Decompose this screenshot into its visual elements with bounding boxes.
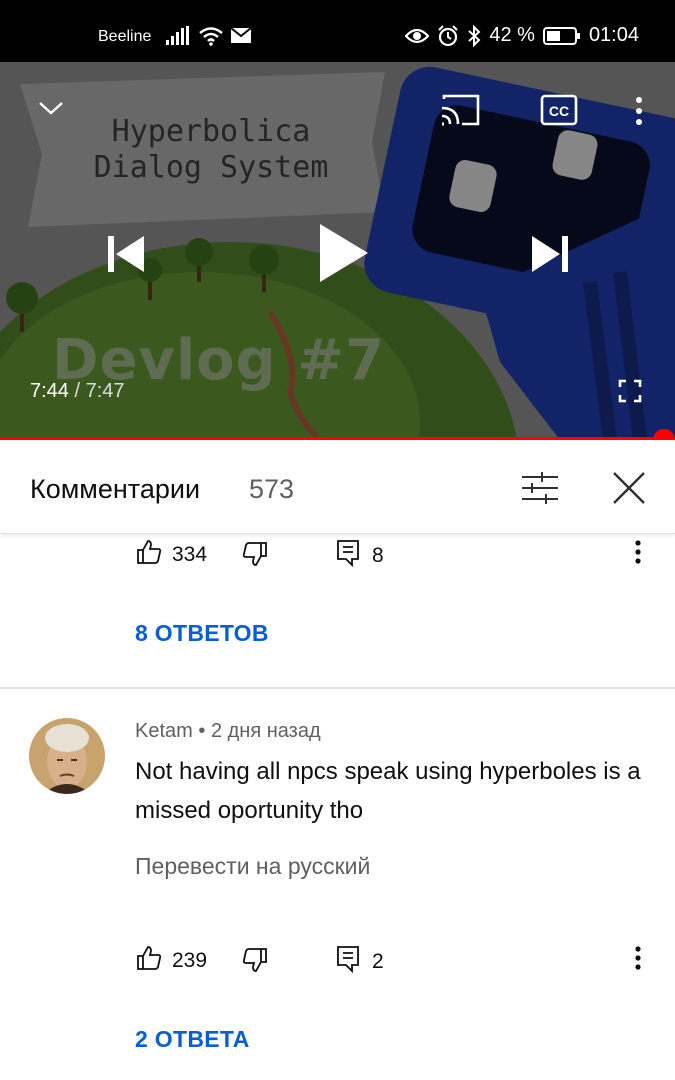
previous-icon[interactable] <box>108 234 146 279</box>
fullscreen-icon[interactable] <box>618 379 642 408</box>
next-icon[interactable] <box>530 234 568 279</box>
comment-author[interactable]: Ketam <box>135 720 193 742</box>
status-bar: Beeline 42 % 01:04 <box>0 0 675 62</box>
divider <box>0 687 675 689</box>
time-separator: / <box>74 380 81 402</box>
battery-icon <box>542 26 581 46</box>
thumbs-down-icon <box>242 947 268 979</box>
video-player[interactable]: Hyperbolica Dialog System Devlog #7 CC 7… <box>0 62 675 440</box>
close-comments-icon[interactable] <box>610 469 648 512</box>
dislike-button[interactable] <box>242 947 268 979</box>
playback-time: 7:44 / 7:47 <box>30 380 125 403</box>
clock: 01:04 <box>588 24 639 46</box>
dislike-button[interactable] <box>242 541 268 573</box>
battery-percent: 42 % <box>489 24 535 46</box>
current-time: 7:44 <box>30 380 69 402</box>
closed-captions-icon[interactable]: CC <box>540 94 578 131</box>
reply-count: 2 <box>372 950 384 973</box>
comments-count: 573 <box>249 474 295 504</box>
more-options-icon[interactable] <box>634 96 644 131</box>
reply-button[interactable]: 2 <box>336 945 384 979</box>
wifi-icon <box>198 26 224 51</box>
thumbs-up-icon <box>136 539 162 571</box>
play-icon[interactable] <box>318 222 370 289</box>
minimize-chevron-icon[interactable] <box>38 100 64 121</box>
comment-actions: 239 2 <box>0 939 675 979</box>
svg-text:CC: CC <box>549 103 569 119</box>
view-replies-button[interactable]: 8 ОТВЕТОВ <box>135 620 269 647</box>
comment-meta: Ketam • 2 дня назад <box>135 720 321 743</box>
thumbs-down-icon <box>242 541 268 573</box>
like-button[interactable]: 334 <box>136 539 207 571</box>
avatar[interactable] <box>29 718 105 794</box>
alarm-icon <box>437 24 459 47</box>
comment-text: Not having all npcs speak using hyperbol… <box>135 758 641 824</box>
view-replies-button[interactable]: 2 ОТВЕТА <box>135 1026 250 1053</box>
meta-separator: • <box>198 720 206 742</box>
reply-count: 8 <box>372 544 384 567</box>
comments-title: Комментарии <box>30 474 201 504</box>
like-count: 239 <box>172 949 208 972</box>
comments-header: Комментарии 573 <box>0 440 675 534</box>
translate-button[interactable]: Перевести на русский <box>135 853 370 880</box>
comment-icon <box>336 945 362 979</box>
mail-icon <box>230 27 252 50</box>
sort-filter-icon[interactable] <box>520 470 560 511</box>
comment-actions: 334 8 <box>0 533 675 573</box>
thumbs-up-icon <box>136 945 162 977</box>
duration: 7:47 <box>85 380 125 402</box>
bluetooth-icon <box>467 24 481 47</box>
eye-icon <box>405 27 430 45</box>
carrier-name: Beeline <box>98 28 152 45</box>
reply-button[interactable]: 8 <box>336 539 384 573</box>
like-button[interactable]: 239 <box>136 945 207 977</box>
comment-time: 2 дня назад <box>210 720 321 742</box>
like-count: 334 <box>172 543 208 566</box>
comment-more-icon[interactable] <box>633 539 643 570</box>
signal-icon <box>166 26 192 51</box>
cast-icon[interactable] <box>440 94 480 131</box>
comment-icon <box>336 539 362 573</box>
comment-more-icon[interactable] <box>633 945 643 976</box>
